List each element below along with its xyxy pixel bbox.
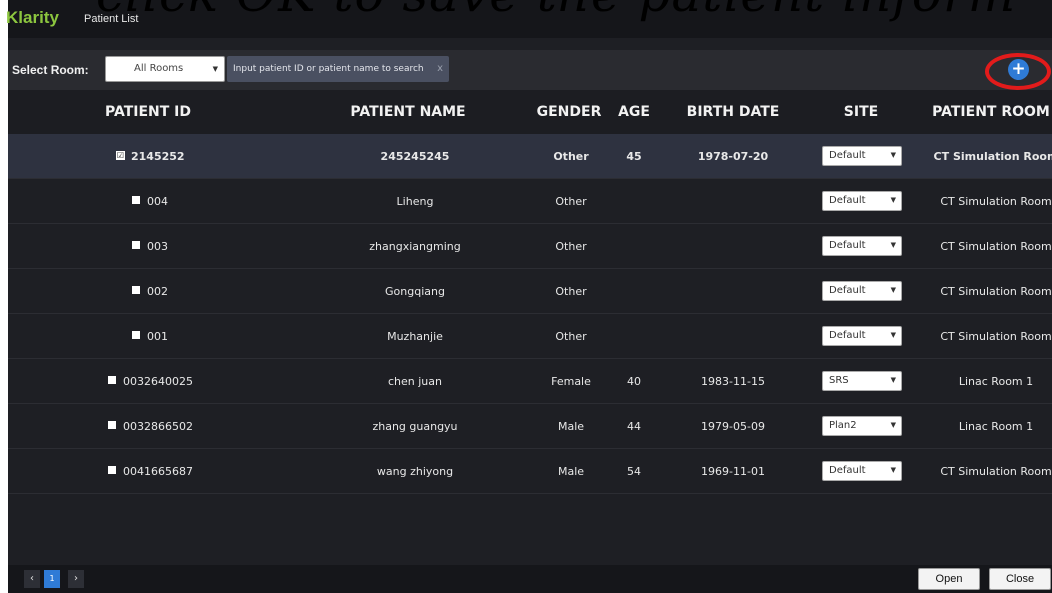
cell-patient-name: wang zhiyong (376, 465, 454, 478)
chevron-down-icon: ▼ (890, 331, 896, 339)
cell-gender: Other (555, 285, 587, 298)
cell-birth-date: 1983-11-15 (701, 375, 765, 388)
footer: ‹ 1 › Open Close (8, 565, 1052, 593)
table-row[interactable]: 003 zhangxiangming Other Default ▼ CT Simulat… (8, 224, 1052, 269)
highlight-ring (985, 53, 1051, 90)
previous-page-button[interactable]: ‹ (24, 570, 40, 588)
cell-patient-room: CT Simulation Room (940, 195, 1052, 208)
room-select-value: All Rooms (134, 63, 184, 74)
cell-patient-room: CT Simulation Room (940, 240, 1052, 253)
overlay-caption: click OK to save the patient inform (96, 0, 1052, 24)
row-checkbox[interactable] (108, 376, 116, 384)
clear-search-icon[interactable]: x (437, 63, 443, 74)
site-select-value: Default (829, 150, 866, 161)
site-select-value: Plan2 (829, 420, 857, 431)
cell-patient-name: zhang guangyu (372, 420, 458, 433)
row-checkbox-checked[interactable]: ☑ (116, 151, 125, 160)
table-row[interactable]: 002 Gongqiang Other Default ▼ CT Simulation R… (8, 269, 1052, 314)
site-select[interactable]: Default ▼ (822, 236, 902, 256)
cell-patient-name: 245245245 (380, 150, 450, 163)
site-select-value: Default (829, 465, 866, 476)
chevron-down-icon: ▼ (890, 286, 896, 294)
cell-age: 40 (627, 375, 641, 388)
cell-patient-id: 001 (147, 330, 168, 343)
row-checkbox[interactable] (132, 331, 140, 339)
cell-gender: Other (553, 150, 589, 163)
site-select-value: SRS (829, 375, 849, 386)
table-row[interactable]: 001 Muzhanjie Other Default ▼ CT Simulation R… (8, 314, 1052, 359)
table-row[interactable]: 0041665687 wang zhiyong Male 54 1969-11-01 De… (8, 449, 1052, 494)
chevron-down-icon: ▼ (890, 376, 896, 384)
cell-gender: Male (557, 465, 585, 478)
cell-patient-name: Muzhanjie (387, 330, 443, 343)
cell-patient-room: CT Simulation Room (940, 285, 1052, 298)
cell-patient-id: 0041665687 (123, 465, 193, 478)
room-select[interactable]: All Rooms ▼ (105, 56, 225, 82)
toolbar: Select Room: All Rooms ▼ Input patient I… (8, 50, 1052, 90)
site-select-value: Default (829, 330, 866, 341)
cell-patient-id: 004 (147, 195, 168, 208)
select-room-label: Select Room: (12, 63, 89, 77)
table-row[interactable]: 0032640025 chen juan Female 40 1983-11-15 SRS… (8, 359, 1052, 404)
cell-patient-name: zhangxiangming (369, 240, 461, 253)
next-page-button[interactable]: › (68, 570, 84, 588)
site-select-value: Default (829, 195, 866, 206)
search-input[interactable]: Input patient ID or patient name to sear… (227, 56, 449, 82)
cell-patient-id: 003 (147, 240, 168, 253)
cell-gender: Other (555, 330, 587, 343)
close-button[interactable]: Close (989, 568, 1051, 590)
cell-gender: Female (551, 375, 591, 388)
site-select[interactable]: Default ▼ (822, 191, 902, 211)
table-row[interactable]: ☑ 2145252 245245245 Other 45 1978-07-20 Defaul… (8, 134, 1052, 179)
cell-patient-name: chen juan (388, 375, 442, 388)
cell-age: 54 (627, 465, 641, 478)
row-checkbox[interactable] (132, 196, 140, 204)
app-logo: Klarity (6, 8, 59, 27)
table-header: PATIENT ID PATIENT NAME GENDER AGE BIRTH… (8, 90, 1052, 134)
cell-patient-room: Linac Room 1 (958, 420, 1034, 433)
chevron-down-icon: ▼ (890, 421, 896, 429)
chevron-down-icon: ▼ (890, 196, 896, 204)
chevron-down-icon: ▼ (212, 65, 218, 73)
cell-gender: Male (557, 420, 585, 433)
search-placeholder: Input patient ID or patient name to sear… (233, 64, 424, 74)
cell-gender: Other (555, 195, 587, 208)
site-select[interactable]: Default ▼ (822, 146, 902, 166)
chevron-down-icon: ▼ (890, 466, 896, 474)
site-select[interactable]: SRS ▼ (822, 371, 902, 391)
cell-patient-name: Liheng (396, 195, 434, 208)
cell-patient-id: 0032866502 (123, 420, 193, 433)
row-checkbox[interactable] (108, 421, 116, 429)
site-select[interactable]: Default ▼ (822, 461, 902, 481)
site-select-value: Default (829, 240, 866, 251)
cell-patient-room: CT Simulation Room (933, 150, 1052, 163)
chevron-down-icon: ▼ (890, 151, 896, 159)
open-button[interactable]: Open (918, 568, 980, 590)
chevron-down-icon: ▼ (890, 241, 896, 249)
site-select[interactable]: Default ▼ (822, 326, 902, 346)
cell-age: 45 (626, 150, 642, 163)
site-select[interactable]: Plan2 ▼ (822, 416, 902, 436)
table-row[interactable]: 004 Liheng Other Default ▼ CT Simulation Room (8, 179, 1052, 224)
cell-birth-date: 1979-05-09 (701, 420, 765, 433)
cell-gender: Other (555, 240, 587, 253)
cell-patient-room: Linac Room 1 (958, 375, 1034, 388)
cell-age: 44 (627, 420, 641, 433)
patient-list-window: Klarity Patient List Select Room: All Ro… (6, 0, 1052, 593)
cell-birth-date: 1978-07-20 (697, 150, 769, 163)
table-row[interactable]: 0032866502 zhang guangyu Male 44 1979-05-09 P… (8, 404, 1052, 449)
cell-patient-room: CT Simulation Room (940, 465, 1052, 478)
row-checkbox[interactable] (132, 241, 140, 249)
row-checkbox[interactable] (132, 286, 140, 294)
cell-patient-room: CT Simulation Room (940, 330, 1052, 343)
cell-birth-date: 1969-11-01 (701, 465, 765, 478)
cell-patient-name: Gongqiang (385, 285, 445, 298)
site-select[interactable]: Default ▼ (822, 281, 902, 301)
row-checkbox[interactable] (108, 466, 116, 474)
cell-patient-id: 002 (147, 285, 168, 298)
cell-patient-id: 2145252 (131, 150, 185, 163)
cell-patient-id: 0032640025 (123, 375, 193, 388)
page-1-button[interactable]: 1 (44, 570, 60, 588)
site-select-value: Default (829, 285, 866, 296)
